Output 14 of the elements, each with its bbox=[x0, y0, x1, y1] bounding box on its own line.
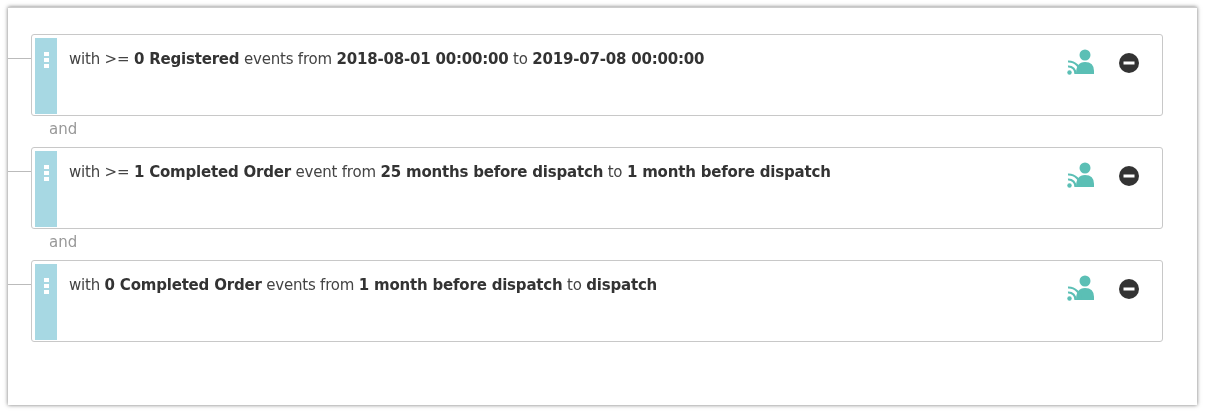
person-signal-icon[interactable] bbox=[1067, 162, 1095, 188]
joiner-label: and bbox=[49, 120, 79, 140]
drag-handle[interactable] bbox=[35, 151, 57, 227]
condition-text: with 0 Completed Order events from 1 month before dispatch to dispatch bbox=[69, 276, 659, 294]
condition-text: with >= 1 Completed Order event from 25 months before dispatch to 1 month before dispatch bbox=[69, 163, 832, 181]
remove-icon[interactable] bbox=[1119, 279, 1139, 299]
remove-icon[interactable] bbox=[1119, 53, 1139, 73]
drag-handle[interactable] bbox=[35, 38, 57, 114]
person-signal-icon[interactable] bbox=[1067, 275, 1095, 301]
drag-handle[interactable] bbox=[35, 264, 57, 340]
person-signal-icon[interactable] bbox=[1067, 49, 1095, 75]
joiner-label: and bbox=[49, 233, 79, 253]
condition-text: with >= 0 Registered events from 2018-08-01 00:00:00 to 2019-07-08 00:00:00 bbox=[69, 50, 706, 68]
remove-icon[interactable] bbox=[1119, 166, 1139, 186]
